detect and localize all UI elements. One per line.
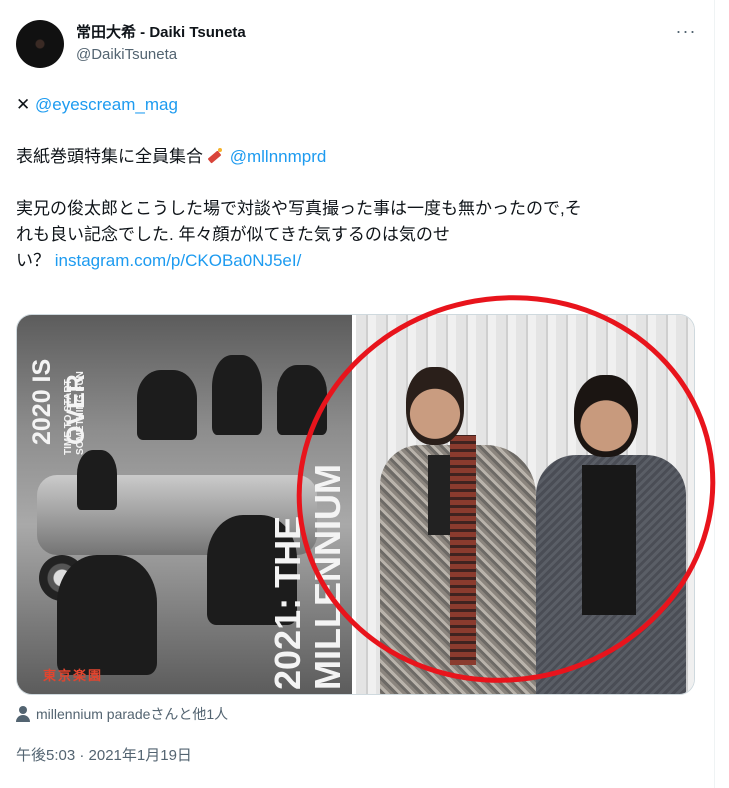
tweet-line-5-text: い？ [16,251,50,270]
instagram-link[interactable]: instagram.com/p/CKOBa0NJ5eI/ [55,251,302,270]
person-shirt-right [582,465,636,615]
tweet-line-4: れも良い記念でした. 年々顔が似てきた気するのは気のせ [16,225,450,244]
cover-text-2020: 2020 IS OVER [28,358,90,445]
firecracker-icon [205,148,223,164]
tweet-timestamp[interactable]: 午後5:03 · 2021年1月19日 [16,746,192,766]
person-scarf-left [450,435,476,665]
tweet-text: ✕ @eyescream_mag 表紙巻頭特集に全員集合 @mllnnmprd … [16,92,696,274]
cover-text-small: TIME TO START SOMETHING FUN [63,371,86,455]
mention-eyescream[interactable]: @eyescream_mag [35,95,178,114]
author-display-name[interactable]: 常田大希 - Daiki Tsuneta [76,23,246,43]
figure [137,370,197,440]
portrait-photo[interactable] [356,315,694,694]
mention-mllnnmprd[interactable]: @mllnnmprd [230,147,327,166]
tweet-line-5: い？ instagram.com/p/CKOBa0NJ5eI/ [16,248,696,274]
cover-stamp: 東京楽園 [43,668,104,683]
tweet-line-3: 実兄の俊太郎とこうした場で対談や写真撮った事は一度も無かったので,そ [16,199,582,218]
person-head-left [406,367,464,445]
figure [57,555,157,675]
magazine-cover-photo[interactable]: 2020 IS OVER TIME TO START SOMETHING FUN… [17,315,352,694]
user-icon [16,706,30,722]
author-names: 常田大希 - Daiki Tsuneta @DaikiTsuneta [76,23,246,65]
tweet-line-1: ✕ @eyescream_mag [16,92,696,118]
more-horizontal-icon[interactable]: ··· [672,22,700,44]
cover-text-big: 2021: THE MILLENNIUM [267,464,348,690]
author-handle[interactable]: @DaikiTsuneta [76,45,246,65]
page-divider [714,0,715,788]
tweet-header: 常田大希 - Daiki Tsuneta @DaikiTsuneta ··· [16,16,700,68]
figure [212,355,262,435]
media-grid: 2020 IS OVER TIME TO START SOMETHING FUN… [16,314,695,695]
figure [277,365,327,435]
tweet-line-2-text: 表紙巻頭特集に全員集合 [16,147,203,166]
tweet-line-2: 表紙巻頭特集に全員集合 @mllnnmprd [16,144,696,170]
figure [77,450,117,510]
avatar[interactable] [16,20,64,68]
tagged-users[interactable]: millennium paradeさんと他1人 [16,704,228,724]
person-head-right [574,375,638,457]
cross-icon: ✕ [16,95,31,114]
tagged-users-label: millennium paradeさんと他1人 [36,706,229,722]
